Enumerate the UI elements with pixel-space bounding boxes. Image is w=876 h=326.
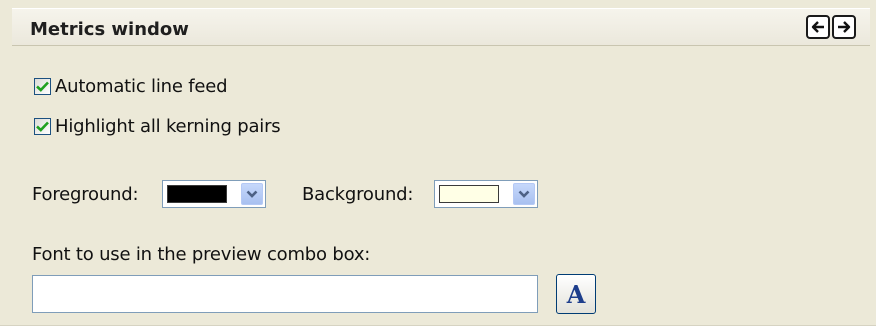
- chevron-down-icon: [518, 190, 530, 198]
- auto-line-feed-checkbox[interactable]: [34, 78, 51, 95]
- foreground-color-picker[interactable]: [162, 180, 266, 208]
- background-dropdown-button[interactable]: [513, 183, 535, 205]
- preview-font-label: Font to use in the preview combo box:: [32, 244, 371, 265]
- chevron-down-icon: [246, 190, 258, 198]
- panel-title: Metrics window: [30, 19, 189, 40]
- font-icon: A: [566, 279, 586, 309]
- arrow-left-icon: [811, 21, 825, 33]
- preview-font-input[interactable]: [32, 275, 538, 313]
- metrics-window-panel: Metrics window Automatic line feed Highl…: [0, 0, 876, 326]
- previous-button[interactable]: [806, 15, 830, 39]
- foreground-color-swatch: [167, 185, 227, 203]
- auto-line-feed-option[interactable]: Automatic line feed: [34, 76, 228, 97]
- background-color-picker[interactable]: [434, 180, 538, 208]
- foreground-dropdown-button[interactable]: [241, 183, 263, 205]
- panel-header: Metrics window: [12, 8, 870, 46]
- auto-line-feed-label: Automatic line feed: [55, 76, 228, 97]
- choose-font-button[interactable]: A: [556, 274, 596, 314]
- foreground-label: Foreground:: [32, 184, 139, 205]
- checkmark-icon: [36, 81, 49, 92]
- next-button[interactable]: [832, 15, 856, 39]
- highlight-kerning-option[interactable]: Highlight all kerning pairs: [34, 116, 281, 137]
- arrow-right-icon: [837, 21, 851, 33]
- background-color-swatch: [439, 185, 499, 203]
- highlight-kerning-checkbox[interactable]: [34, 118, 51, 135]
- checkmark-icon: [36, 121, 49, 132]
- highlight-kerning-label: Highlight all kerning pairs: [55, 116, 281, 137]
- background-label: Background:: [302, 184, 414, 205]
